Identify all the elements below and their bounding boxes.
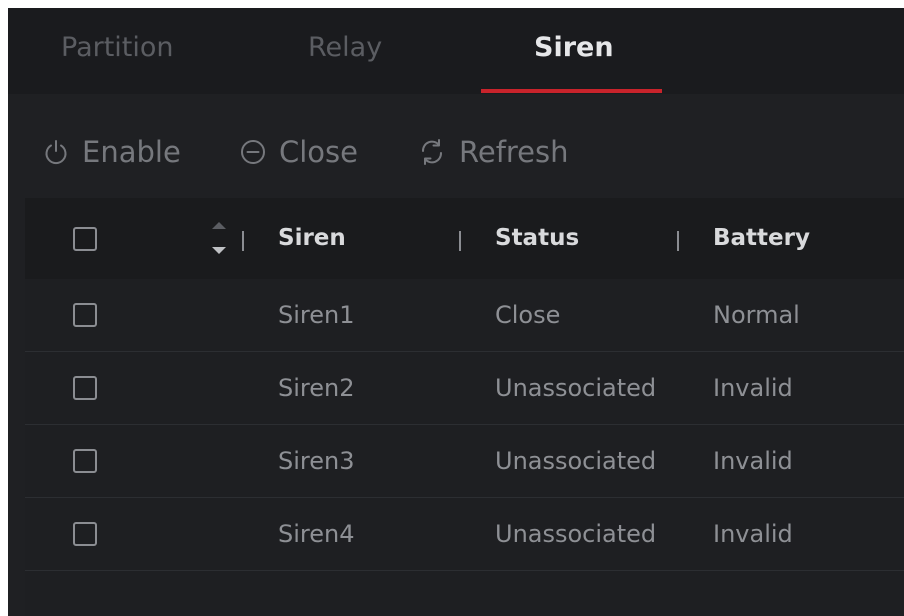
row-checkbox[interactable] — [73, 303, 97, 327]
siren-status: Unassociated — [495, 447, 657, 475]
tab-partition[interactable]: Partition — [61, 8, 174, 94]
column-divider — [459, 231, 461, 251]
siren-table: Siren Status Battery Siren1 Close Normal… — [25, 198, 904, 616]
table-row[interactable]: Siren1 Close Normal — [25, 279, 904, 352]
row-checkbox[interactable] — [73, 376, 97, 400]
sort-icon[interactable] — [211, 220, 227, 260]
siren-name: Siren2 — [278, 374, 355, 402]
minus-circle-icon — [239, 138, 267, 166]
refresh-button[interactable]: Refresh — [417, 132, 569, 172]
siren-name: Siren4 — [278, 520, 355, 548]
tab-siren[interactable]: Siren — [534, 8, 614, 94]
select-all-checkbox[interactable] — [73, 227, 97, 251]
siren-status: Close — [495, 301, 561, 329]
power-icon — [42, 138, 70, 166]
siren-battery: Invalid — [713, 447, 793, 475]
column-header-status[interactable]: Status — [495, 198, 579, 279]
column-header-battery[interactable]: Battery — [713, 198, 810, 279]
tab-bar: Partition Relay Siren — [8, 8, 904, 94]
siren-battery: Normal — [713, 301, 800, 329]
siren-battery: Invalid — [713, 374, 793, 402]
enable-label: Enable — [82, 135, 181, 169]
column-header-siren[interactable]: Siren — [278, 198, 346, 279]
tab-relay[interactable]: Relay — [308, 8, 382, 94]
siren-panel: Partition Relay Siren Enable Close Refre… — [8, 8, 904, 616]
table-row[interactable]: Siren4 Unassociated Invalid — [25, 498, 904, 571]
table-header: Siren Status Battery — [25, 198, 904, 279]
close-button[interactable]: Close — [239, 132, 358, 172]
refresh-label: Refresh — [459, 135, 569, 169]
column-divider — [677, 231, 679, 251]
siren-battery: Invalid — [713, 520, 793, 548]
siren-name: Siren1 — [278, 301, 355, 329]
row-checkbox[interactable] — [73, 522, 97, 546]
refresh-icon — [417, 137, 447, 167]
enable-button[interactable]: Enable — [42, 132, 181, 172]
row-checkbox[interactable] — [73, 449, 97, 473]
siren-name: Siren3 — [278, 447, 355, 475]
siren-status: Unassociated — [495, 520, 657, 548]
toolbar: Enable Close Refresh — [8, 94, 904, 198]
column-divider — [242, 231, 244, 251]
table-row[interactable]: Siren2 Unassociated Invalid — [25, 352, 904, 425]
close-label: Close — [279, 135, 358, 169]
siren-status: Unassociated — [495, 374, 657, 402]
active-tab-indicator — [481, 89, 662, 93]
table-row[interactable]: Siren3 Unassociated Invalid — [25, 425, 904, 498]
